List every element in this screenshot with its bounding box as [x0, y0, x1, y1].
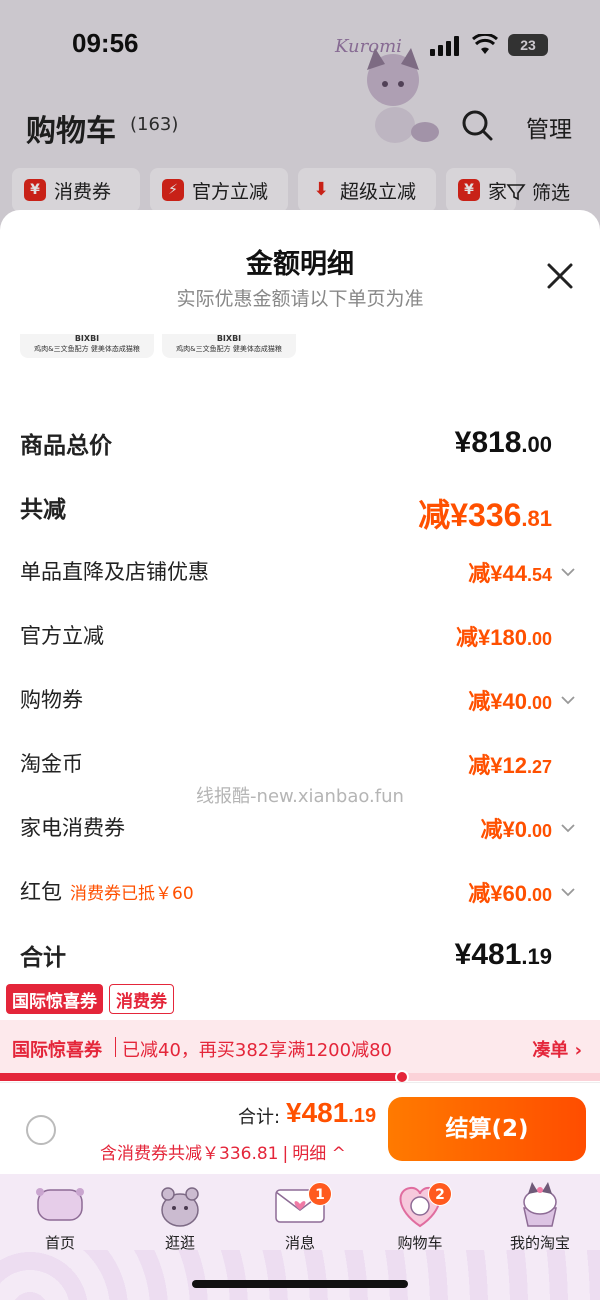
promo-divider [115, 1037, 116, 1057]
row-label: 官方立减 [20, 624, 104, 648]
coupon-icon: ¥ [458, 179, 480, 201]
row-official-discount: 官方立减 减¥180.00 [20, 620, 580, 660]
chip-consumer-coupon[interactable]: ¥ 消费券 [12, 168, 140, 212]
pillow-icon [36, 1188, 84, 1221]
wifi-icon [472, 34, 498, 54]
row-label: 单品直降及店铺优惠 [20, 560, 209, 584]
row-value: 减¥0.00 [480, 817, 552, 842]
checkout-bar: 合计: ¥481.19 含消费券共减￥336.81 | 明细 ^ 结算(2) [0, 1082, 600, 1174]
row-value: 减¥180.00 [456, 625, 552, 650]
funnel-icon [506, 183, 526, 200]
thumbnail-desc: 鸡肉&三文鱼配方 健美体态成猫粮 [176, 345, 282, 353]
tab-messages[interactable]: 消息 1 [240, 1180, 360, 1260]
cart-item-count: (163) [130, 114, 179, 135]
promo-tags: 国际惊喜券 消费券 [6, 984, 174, 1014]
battery-indicator: 23 [508, 34, 548, 56]
promo-progress-banner: 国际惊喜券 已减40，再买382享满1200减80 凑单 › [0, 1020, 600, 1076]
lightning-icon: ⚡ [162, 179, 184, 201]
chevron-down-icon [561, 696, 575, 705]
product-thumbnail[interactable]: BIXBI 鸡肉&三文鱼配方 健美体态成猫粮 [20, 334, 154, 358]
total-amount: ¥481.19 [286, 1097, 377, 1128]
tab-my-taobao[interactable]: 我的淘宝 [480, 1180, 600, 1260]
row-label: 合计 [20, 945, 66, 971]
row-value: 减¥40.00 [468, 689, 552, 714]
product-thumbnail-row: BIXBI 鸡肉&三文鱼配方 健美体态成猫粮 BIXBI 鸡肉&三文鱼配方 健美… [20, 334, 320, 360]
page-title: 购物车 [26, 114, 116, 149]
consumer-coupon-tag: 消费券 [109, 984, 174, 1014]
bear-mascot-icon [161, 1187, 199, 1227]
tab-home[interactable]: 首页 [0, 1180, 120, 1260]
sheet-subtitle: 实际优惠金额请以下单页为准 [176, 288, 424, 310]
total-discount-summary: 含消费券共减￥336.81 | 明细 ^ [100, 1144, 346, 1164]
chip-label: 超级立减 [340, 180, 417, 203]
clock: 09:56 [72, 28, 139, 58]
row-label: 商品总价 [20, 433, 112, 459]
row-goods-total: 商品总价 ¥818.00 [20, 426, 580, 466]
chip-label: 官方立减 [192, 180, 269, 203]
row-label: 淘金币 [20, 752, 83, 776]
product-thumbnail[interactable]: BIXBI 鸡肉&三文鱼配方 健美体态成猫粮 [162, 334, 296, 358]
messages-badge: 1 [308, 1182, 332, 1206]
row-value: 减¥336.81 [418, 497, 552, 533]
row-value: 减¥60.00 [468, 881, 552, 906]
status-bar: 09:56 Kuromi 23 [0, 28, 600, 64]
detail-toggle[interactable]: 明细 ^ [292, 1144, 346, 1164]
chevron-down-icon [561, 568, 575, 577]
add-more-items-link[interactable]: 凑单 › [532, 1036, 582, 1062]
watermark-text: 线报酷-new.xianbao.fun [196, 786, 404, 807]
row-label: 购物券 [20, 688, 83, 712]
row-grand-total: 合计 ¥481.19 [20, 938, 580, 978]
cupcake-kuromi-icon [523, 1182, 557, 1227]
search-icon[interactable] [460, 108, 494, 142]
filter-button[interactable]: 筛选 [506, 178, 570, 205]
select-all-checkbox[interactable] [26, 1115, 56, 1145]
row-appliance-coupon[interactable]: 家电消费券 减¥0.00 [20, 812, 580, 852]
down-arrow-icon: ⬇ [313, 179, 329, 200]
thumbnail-desc: 鸡肉&三文鱼配方 健美体态成猫粮 [34, 345, 140, 353]
home-indicator [192, 1280, 408, 1288]
tab-cart[interactable]: 购物车 2 [360, 1180, 480, 1260]
promo-progress-bar [0, 1070, 600, 1084]
red-packet-note: 消费券已抵￥60 [70, 884, 194, 904]
total-label: 合计: [238, 1107, 281, 1128]
tab-browse[interactable]: 逛逛 [120, 1180, 240, 1260]
promo-text: 已减40，再买382享满1200减80 [122, 1040, 392, 1061]
manage-button[interactable]: 管理 [526, 110, 572, 144]
row-red-packet[interactable]: 红包 消费券已抵￥60 减¥60.00 [20, 876, 580, 916]
amount-detail-sheet: 金额明细 实际优惠金额请以下单页为准 BIXBI 鸡肉&三文鱼配方 健美体态成猫… [0, 210, 600, 1090]
chevron-down-icon [561, 824, 575, 833]
chip-official-discount[interactable]: ⚡ 官方立减 [150, 168, 288, 212]
thumbnail-brand: BIXBI [216, 334, 242, 343]
row-item-store-discount[interactable]: 单品直降及店铺优惠 减¥44.54 [20, 556, 580, 596]
chip-super-discount[interactable]: ⬇ 超级立减 [298, 168, 436, 212]
row-value: ¥818.00 [454, 426, 552, 459]
chevron-down-icon [561, 888, 575, 897]
row-label: 家电消费券 [20, 816, 125, 840]
sheet-title: 金额明细 [246, 249, 354, 280]
close-icon[interactable] [544, 260, 576, 292]
row-label: 共减 [20, 497, 66, 523]
coupon-icon: ¥ [24, 179, 46, 201]
chip-label: 家 [488, 180, 508, 203]
row-total-reduction: 共减 减¥336.81 [20, 490, 580, 533]
row-label: 红包 消费券已抵￥60 [20, 880, 194, 904]
promo-title: 国际惊喜券 [12, 1040, 102, 1061]
promo-progress-fill [0, 1073, 402, 1081]
filter-label: 筛选 [532, 182, 571, 204]
row-value: ¥481.19 [454, 938, 552, 971]
cart-header-background: 09:56 Kuromi 23 购物车 (163) 管理 ¥ 消费券 ⚡ 官方立… [0, 0, 600, 230]
checkout-button[interactable]: 结算(2) [388, 1097, 586, 1161]
row-shopping-voucher[interactable]: 购物券 减¥40.00 [20, 684, 580, 724]
kuromi-mascot-icon [367, 48, 439, 143]
intl-surprise-coupon-tag: 国际惊喜券 [6, 984, 103, 1014]
row-value: 减¥44.54 [468, 561, 552, 586]
row-value: 减¥12.27 [468, 753, 552, 778]
cart-badge: 2 [428, 1182, 452, 1206]
chip-label: 消费券 [54, 180, 112, 203]
thumbnail-brand: BIXBI [74, 334, 100, 343]
